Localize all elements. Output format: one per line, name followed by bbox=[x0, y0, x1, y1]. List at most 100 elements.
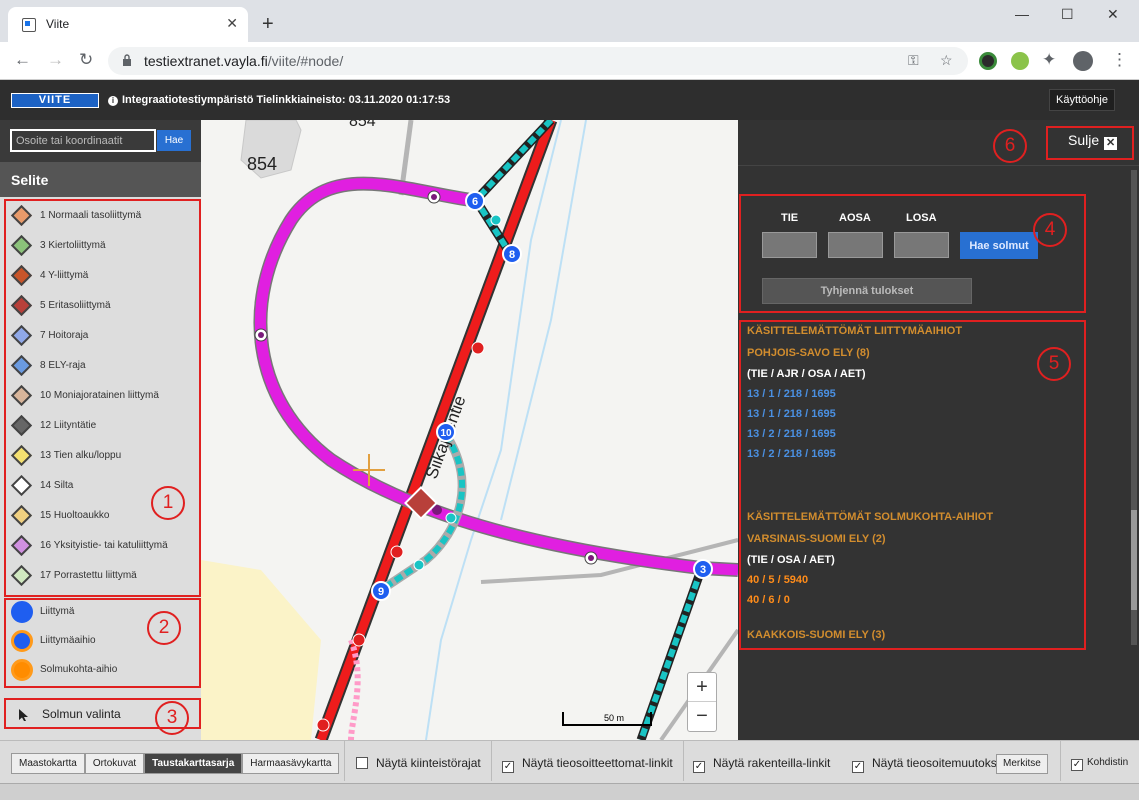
svg-text:8: 8 bbox=[509, 249, 515, 261]
map-pin[interactable] bbox=[445, 512, 457, 524]
map-type-button[interactable]: Taustakarttasarja bbox=[144, 753, 243, 774]
node-marker[interactable]: 3 bbox=[693, 559, 713, 579]
scale-bar: 50 m bbox=[562, 712, 652, 726]
zoom-out-button[interactable]: − bbox=[688, 702, 716, 731]
checkbox-label: Kohdistin bbox=[1087, 757, 1129, 768]
env-info-text: Integraatiotestiympäristö Tielinkkiainei… bbox=[122, 94, 451, 106]
browser-toolbar: ← → ↻ testiextranet.vayla.fi/viite/#node… bbox=[0, 42, 1139, 80]
separator bbox=[1060, 741, 1061, 781]
node-marker[interactable]: 6 bbox=[465, 191, 485, 211]
browser-tab[interactable]: Viite ✕ bbox=[8, 7, 248, 42]
separator bbox=[683, 741, 684, 781]
node-marker[interactable]: 9 bbox=[371, 581, 391, 601]
tab-favicon-icon bbox=[22, 18, 36, 32]
bottom-strip bbox=[0, 783, 1139, 800]
zoom-control: + − bbox=[687, 672, 717, 732]
checkbox-label: Näytä kiinteistörajat bbox=[376, 756, 481, 770]
reload-icon[interactable]: ↻ bbox=[79, 51, 93, 69]
forward-icon[interactable]: → bbox=[47, 51, 64, 69]
annotation-marker-1: 1 bbox=[151, 486, 185, 520]
svg-text:6: 6 bbox=[472, 196, 478, 208]
node-marker[interactable]: 8 bbox=[502, 244, 522, 264]
url-host: testiextranet.vayla.fi bbox=[144, 53, 268, 69]
separator bbox=[344, 741, 345, 781]
unaddressed-links-checkbox[interactable]: ✓ Näytä tieosoitteettomat-linkit bbox=[502, 756, 673, 773]
map-pin[interactable] bbox=[390, 545, 404, 559]
map-pin[interactable] bbox=[316, 718, 330, 732]
profile-avatar[interactable] bbox=[1073, 51, 1093, 71]
minimize-icon[interactable]: — bbox=[1015, 6, 1029, 22]
svg-text:10: 10 bbox=[440, 428, 452, 439]
window-close-icon[interactable]: ✕ bbox=[1107, 6, 1119, 23]
scrollbar-thumb[interactable] bbox=[1131, 510, 1137, 610]
road-number-label: 854 bbox=[349, 120, 376, 130]
annotation-box-4 bbox=[739, 194, 1086, 313]
annotation-marker-5: 5 bbox=[1037, 347, 1071, 381]
checkbox-checked-icon: ✓ bbox=[693, 761, 705, 773]
new-tab-icon[interactable]: + bbox=[262, 14, 274, 34]
checkbox-label: Näytä tieosoitemuutokset bbox=[872, 756, 1007, 770]
lock-icon bbox=[123, 54, 131, 66]
map-view[interactable]: 854 854 Siikajoentie 6 8 10 9 3 + − 50 m bbox=[201, 120, 738, 740]
extension-green-icon[interactable] bbox=[1011, 52, 1029, 70]
address-search-input[interactable] bbox=[10, 129, 156, 152]
map-canvas[interactable]: 854 854 Siikajoentie 6 8 10 9 3 bbox=[201, 120, 738, 740]
panel-scrollbar[interactable] bbox=[1131, 170, 1137, 645]
legend-title: Selite bbox=[0, 162, 201, 197]
app-header: VIITE i Integraatiotestiympäristö Tielink… bbox=[0, 80, 1139, 120]
search-row: Hae bbox=[0, 120, 201, 162]
annotation-marker-3: 3 bbox=[155, 701, 189, 735]
annotation-marker-4: 4 bbox=[1033, 213, 1067, 247]
map-pin[interactable] bbox=[352, 633, 366, 647]
zoom-in-button[interactable]: + bbox=[688, 673, 716, 702]
node-marker[interactable]: 10 bbox=[436, 422, 456, 442]
back-icon[interactable]: ← bbox=[14, 51, 31, 69]
construction-links-checkbox[interactable]: ✓ Näytä rakenteilla-linkit bbox=[693, 756, 830, 773]
maximize-icon[interactable]: ☐ bbox=[1061, 6, 1074, 23]
annotation-box-1 bbox=[4, 199, 201, 597]
map-pin[interactable] bbox=[254, 328, 268, 342]
annotation-box-6 bbox=[1046, 126, 1134, 160]
scale-label: 50 m bbox=[604, 713, 625, 723]
separator bbox=[491, 741, 492, 781]
url-path: /viite/#node/ bbox=[267, 53, 344, 69]
browser-tab-strip: Viite ✕ + — ☐ ✕ bbox=[0, 0, 1139, 42]
search-button[interactable]: Hae bbox=[157, 130, 191, 151]
checkbox-label: Näytä tieosoitteettomat-linkit bbox=[522, 756, 673, 770]
puzzle-icon[interactable]: ✦ bbox=[1042, 51, 1056, 69]
road-number-label: 854 bbox=[247, 154, 277, 174]
checkbox-checked-icon: ✓ bbox=[1071, 759, 1083, 771]
viite-logo[interactable]: VIITE bbox=[11, 93, 99, 108]
extension-icon[interactable] bbox=[979, 52, 997, 70]
map-pin[interactable] bbox=[584, 551, 598, 565]
map-type-button[interactable]: Ortokuvat bbox=[84, 753, 145, 774]
kohdistin-checkbox[interactable]: ✓ Kohdistin bbox=[1071, 757, 1128, 771]
map-type-button[interactable]: Maastokartta bbox=[11, 753, 85, 774]
info-icon: i bbox=[108, 96, 118, 106]
map-pin[interactable] bbox=[490, 214, 502, 226]
field-area bbox=[201, 560, 321, 740]
map-pin[interactable] bbox=[471, 341, 485, 355]
map-pin[interactable] bbox=[427, 190, 441, 204]
star-icon[interactable]: ☆ bbox=[940, 52, 953, 69]
tab-close-icon[interactable]: ✕ bbox=[226, 15, 238, 32]
map-type-button[interactable]: Harmaasävykartta bbox=[242, 753, 340, 774]
menu-dots-icon[interactable]: ⋮ bbox=[1111, 51, 1128, 69]
tab-title: Viite bbox=[46, 17, 70, 31]
svg-text:9: 9 bbox=[378, 586, 384, 598]
checkbox-checked-icon: ✓ bbox=[852, 761, 864, 773]
help-button[interactable]: Käyttöohje bbox=[1049, 89, 1115, 111]
merkitse-button[interactable]: Merkitse bbox=[996, 754, 1048, 774]
annotation-marker-6: 6 bbox=[993, 129, 1027, 163]
svg-text:3: 3 bbox=[700, 564, 706, 576]
checkbox-checked-icon: ✓ bbox=[502, 761, 514, 773]
road-address-changes-checkbox[interactable]: ✓ Näytä tieosoitemuutokset bbox=[852, 756, 1007, 773]
key-icon[interactable]: ⚿ bbox=[908, 52, 919, 69]
address-bar[interactable]: testiextranet.vayla.fi/viite/#node/ ⚿ ☆ bbox=[108, 47, 968, 75]
annotation-box-5 bbox=[739, 320, 1086, 650]
checkbox-icon bbox=[356, 757, 368, 769]
environment-info: i Integraatiotestiympäristö Tielinkkiaine… bbox=[108, 94, 450, 106]
map-pin[interactable] bbox=[413, 559, 425, 571]
property-borders-checkbox[interactable]: Näytä kiinteistörajat bbox=[356, 756, 481, 770]
stream bbox=[500, 120, 587, 521]
